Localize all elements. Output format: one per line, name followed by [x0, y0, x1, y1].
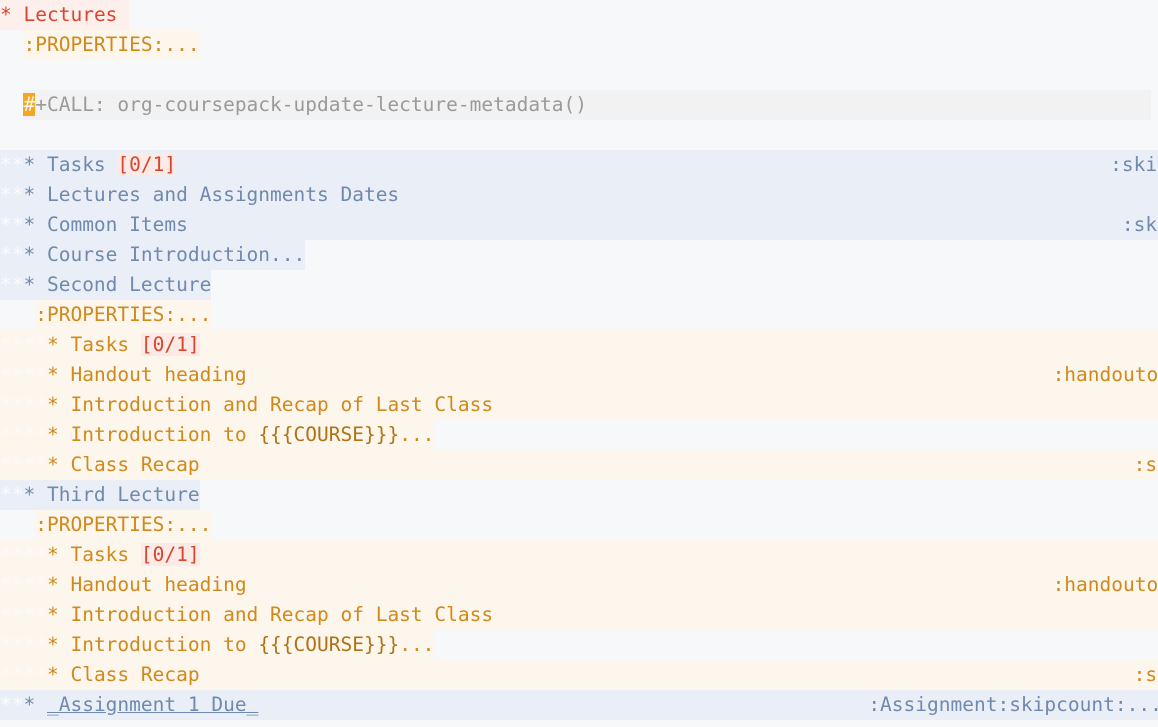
heading-level3-class-recap-2[interactable]: ***** Class Recap :slideonly:...	[0, 660, 1158, 690]
heading-level2-text: *** Third Lecture	[0, 480, 200, 510]
heading-level3-handout-heading-1[interactable]: ***** Handout heading :handoutonly:ignor…	[0, 360, 1158, 390]
heading-level3-text: ***** Introduction to {{{COURSE}}}...	[0, 420, 435, 450]
statistics-cookie: [0/1]	[140, 543, 200, 566]
heading-level3-introduction-recap-2[interactable]: ***** Introduction and Recap of Last Cla…	[0, 600, 1158, 630]
heading-level3-text: ***** Class Recap	[0, 450, 200, 480]
heading-level3-class-recap-1[interactable]: ***** Class Recap :slideonly:...	[0, 450, 1158, 480]
heading-level3-handout-heading-2[interactable]: ***** Handout heading :handoutonly:ignor…	[0, 570, 1158, 600]
heading-level2-assignment-1-due[interactable]: *** _Assignment 1 Due_ :Assignment:skipc…	[0, 690, 1158, 720]
heading-level3-text: ***** Tasks [0/1]	[0, 330, 200, 360]
properties-drawer-text: :PROPERTIES:...	[35, 510, 212, 540]
properties-drawer-2[interactable]: :PROPERTIES:...	[0, 300, 1158, 330]
heading-level2-course-introduction[interactable]: *** Course Introduction...	[0, 240, 1158, 270]
heading-level3-introduction-to-course-1[interactable]: ***** Introduction to {{{COURSE}}}...	[0, 420, 1158, 450]
heading-level3-text: ***** Introduction and Recap of Last Cla…	[0, 600, 494, 630]
heading-level2-common-items[interactable]: *** Common Items :skipcount:...	[0, 210, 1158, 240]
heading-level2-text: *** Course Introduction...	[0, 240, 306, 270]
heading-star: *	[0, 3, 12, 26]
heading-tags[interactable]: :skipcount:...	[1110, 150, 1158, 180]
babel-call-line[interactable]: #+CALL: org-coursepack-update-lecture-me…	[0, 90, 1158, 120]
heading-level2-text: *** _Assignment 1 Due_	[0, 690, 259, 720]
heading-level2-lectures-assignments-dates[interactable]: *** Lectures and Assignments Dates :skip…	[0, 180, 1158, 210]
org-buffer[interactable]: * Lectures :PROPERTIES:... #+CALL: org-c…	[0, 0, 1158, 727]
heading-tags[interactable]: :slideonly:...	[1133, 450, 1158, 480]
heading-level3-tasks-3[interactable]: ***** Tasks [0/1] :noexport:...	[0, 540, 1158, 570]
heading-level2-text: *** Second Lecture	[0, 270, 212, 300]
statistics-cookie: [0/1]	[117, 153, 177, 176]
heading-level3-text: ***** Tasks [0/1]	[0, 540, 200, 570]
heading-level1-lectures[interactable]: * Lectures	[0, 0, 1158, 30]
text-cursor: #	[23, 93, 36, 116]
heading-tags[interactable]: :handoutonly:ignore:...	[1052, 570, 1158, 600]
heading-level2-text: *** Tasks [0/1]	[0, 150, 177, 180]
heading-tags[interactable]: :slideonly:...	[1133, 660, 1158, 690]
heading-level3-text: ***** Introduction and Recap of Last Cla…	[0, 390, 494, 420]
heading-level3-text: ***** Class Recap	[0, 660, 200, 690]
statistics-cookie: [0/1]	[140, 333, 200, 356]
heading-level2-third-lecture[interactable]: *** Third Lecture	[0, 480, 1158, 510]
properties-drawer-1[interactable]: :PROPERTIES:...	[0, 30, 1158, 60]
heading-level3-introduction-to-course-2[interactable]: ***** Introduction to {{{COURSE}}}...	[0, 630, 1158, 660]
heading-tags[interactable]: :Assignment:skipcount:...	[868, 690, 1158, 720]
heading-level3-text: ***** Handout heading	[0, 570, 247, 600]
properties-drawer-text: :PROPERTIES:...	[35, 300, 212, 330]
properties-drawer-text: :PROPERTIES:...	[23, 30, 200, 60]
heading-level3-text: ***** Handout heading	[0, 360, 247, 390]
heading-tags[interactable]: :handoutonly:ignore:...	[1052, 360, 1158, 390]
heading-level1-text: * Lectures	[0, 0, 130, 30]
heading-tags[interactable]: :skipcount:...	[1121, 210, 1158, 240]
org-macro: {{{COURSE}}}	[258, 633, 400, 656]
emphasis-underline-text: _Assignment 1 Due_	[46, 693, 259, 716]
org-macro: {{{COURSE}}}	[258, 423, 400, 446]
heading-level2-tasks-1[interactable]: *** Tasks [0/1] :skipcount:...	[0, 150, 1158, 180]
heading-level3-tasks-2[interactable]: ***** Tasks [0/1] :noexport:...	[0, 330, 1158, 360]
babel-call-text: #+CALL: org-coursepack-update-lecture-me…	[23, 90, 1152, 120]
heading-level2-second-lecture[interactable]: *** Second Lecture	[0, 270, 1158, 300]
heading-level3-introduction-recap-1[interactable]: ***** Introduction and Recap of Last Cla…	[0, 390, 1158, 420]
properties-drawer-3[interactable]: :PROPERTIES:...	[0, 510, 1158, 540]
heading-level2-text: *** Lectures and Assignments Dates	[0, 180, 400, 210]
heading-level3-text: ***** Introduction to {{{COURSE}}}...	[0, 630, 435, 660]
heading-level2-text: *** Common Items	[0, 210, 188, 240]
